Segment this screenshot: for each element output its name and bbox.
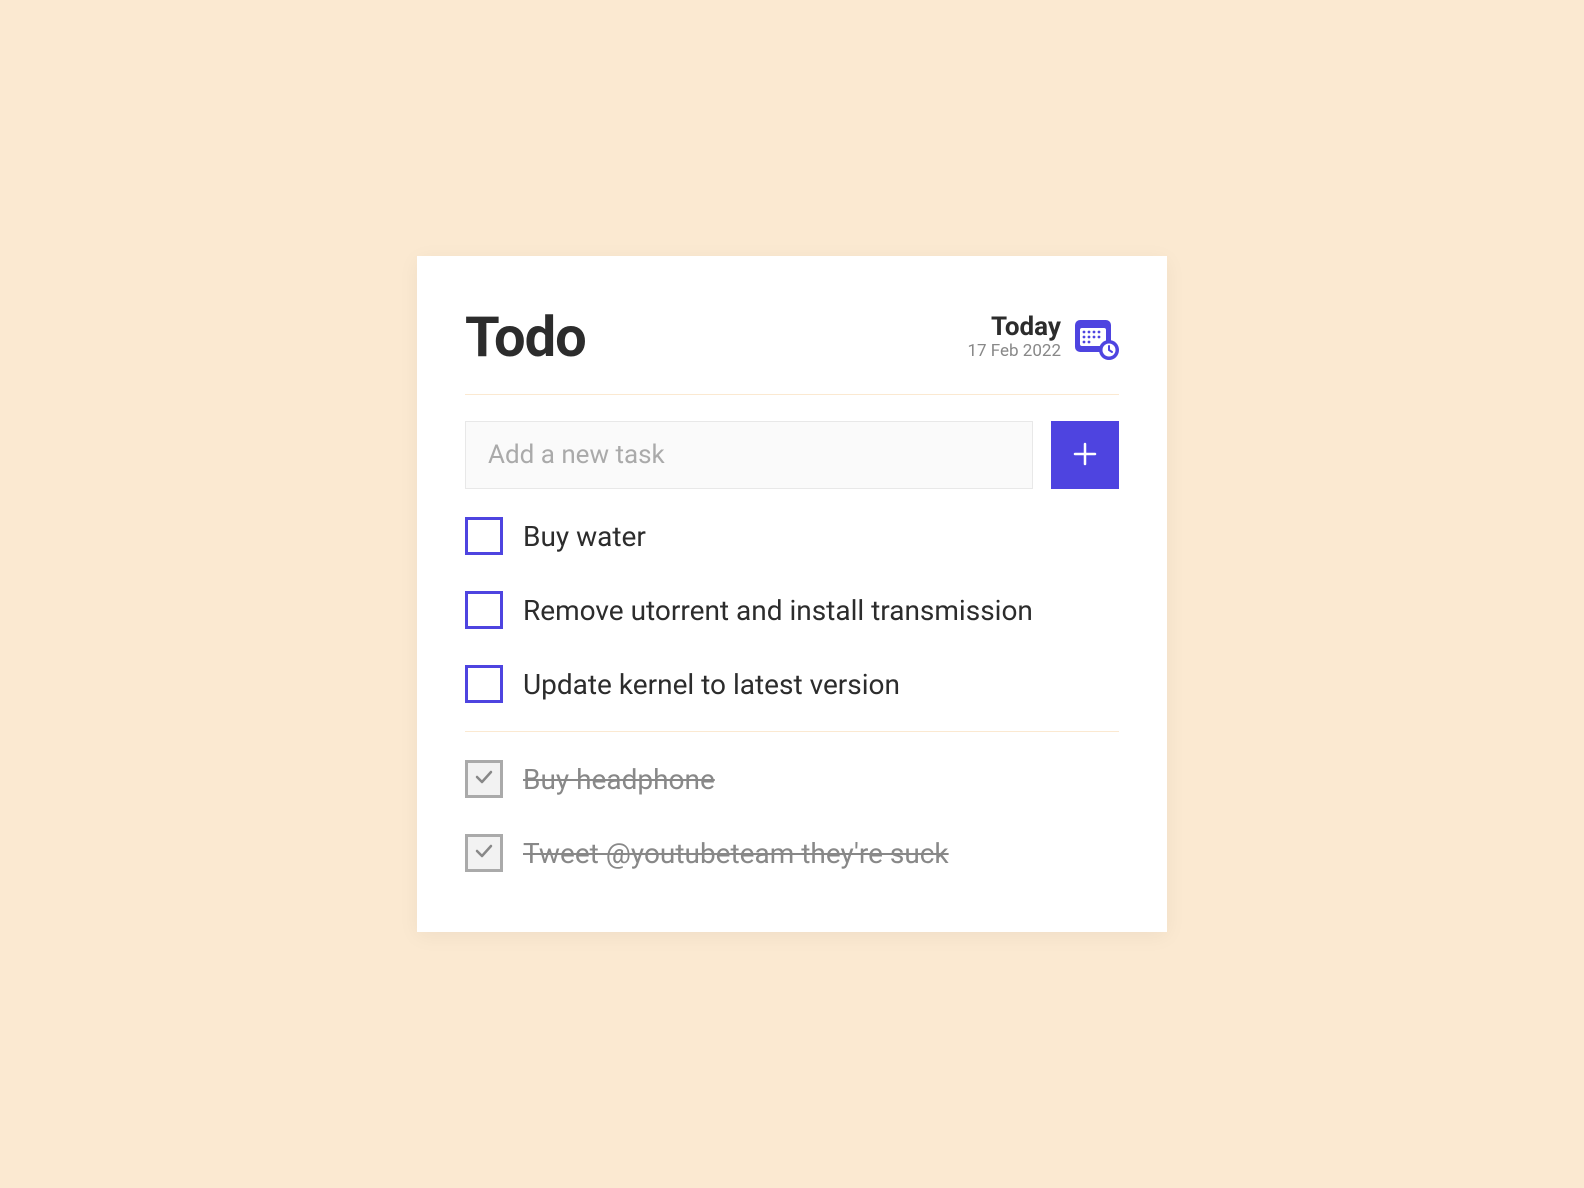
task-checkbox[interactable]	[465, 591, 503, 629]
todo-card: Todo Today 17 Feb 2022	[417, 256, 1167, 932]
task-label: Buy headphone	[523, 763, 715, 796]
task-label: Tweet @youtubeteam they're suck	[523, 837, 949, 870]
date-text: Today 17 Feb 2022	[967, 313, 1061, 362]
task-checkbox[interactable]	[465, 665, 503, 703]
completed-task-list: Buy headphone Tweet @youtubeteam they're…	[465, 760, 1119, 872]
date-label: Today	[967, 313, 1061, 342]
plus-icon	[1072, 441, 1098, 470]
new-task-input[interactable]	[465, 421, 1033, 489]
task-checkbox[interactable]	[465, 834, 503, 872]
task-item: Remove utorrent and install transmission	[465, 591, 1119, 629]
task-item: Update kernel to latest version	[465, 665, 1119, 703]
task-label: Buy water	[523, 520, 646, 553]
task-item: Buy water	[465, 517, 1119, 555]
check-icon	[472, 765, 496, 793]
task-label: Remove utorrent and install transmission	[523, 594, 1033, 627]
task-label: Update kernel to latest version	[523, 668, 900, 701]
add-task-button[interactable]	[1051, 421, 1119, 489]
divider	[465, 731, 1119, 732]
task-item: Tweet @youtubeteam they're suck	[465, 834, 1119, 872]
header: Todo Today 17 Feb 2022	[465, 304, 1119, 395]
page-title: Todo	[465, 304, 586, 370]
date-section[interactable]: Today 17 Feb 2022	[967, 313, 1119, 362]
task-checkbox[interactable]	[465, 760, 503, 798]
active-task-list: Buy water Remove utorrent and install tr…	[465, 517, 1119, 703]
check-icon	[472, 839, 496, 867]
input-row	[465, 421, 1119, 489]
date-value: 17 Feb 2022	[967, 341, 1061, 361]
calendar-clock-icon[interactable]	[1073, 314, 1119, 360]
task-item: Buy headphone	[465, 760, 1119, 798]
task-checkbox[interactable]	[465, 517, 503, 555]
